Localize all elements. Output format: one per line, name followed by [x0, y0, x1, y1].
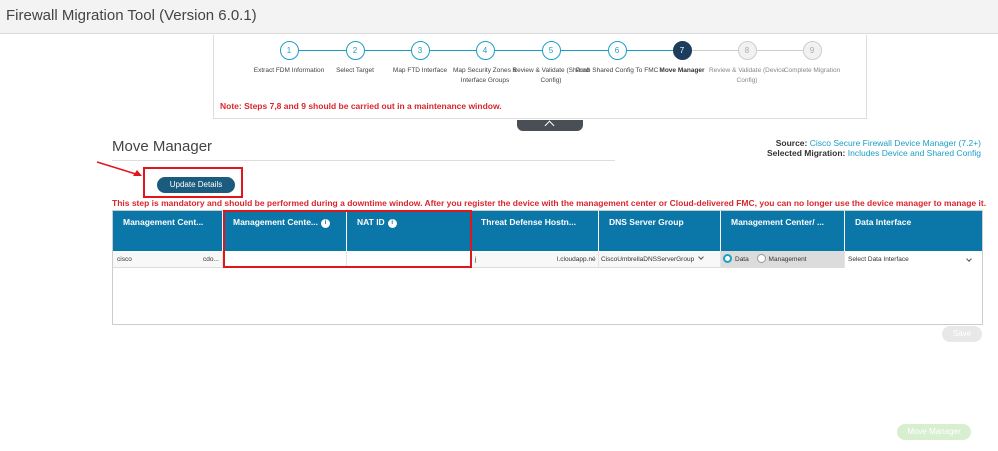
radio-data[interactable]: [723, 254, 732, 263]
hostname-prefix: j: [475, 256, 477, 263]
data-interface-value: Select Data Interface: [848, 256, 909, 263]
source-label: Source:: [775, 138, 808, 148]
step-number: 8: [737, 41, 757, 60]
radio-data-label: Data: [735, 256, 749, 263]
mgmt-center-cell: cisco cdo...: [113, 251, 223, 268]
header-label: Threat Defense Hostn...: [481, 217, 576, 227]
step-number: 1: [279, 41, 299, 60]
downtime-warning: This step is mandatory and should be per…: [112, 198, 987, 208]
header-label: Data Interface: [855, 217, 912, 227]
app-title: Firewall Migration Tool (Version 6.0.1): [6, 7, 257, 24]
step-label: Complete Migration: [783, 67, 841, 74]
hostname-input[interactable]: j l.cloudapp.né: [471, 251, 599, 268]
dns-group-value: CiscoUmbrellaDNSServerGroup: [601, 256, 695, 263]
data-interface-select[interactable]: Select Data Interface: [845, 251, 982, 268]
radio-management[interactable]: [756, 254, 766, 263]
mgmt-center-secondary: cdo...: [203, 256, 219, 263]
chevron-up-icon: [544, 120, 555, 131]
mgmt-center-value: cisco: [117, 256, 132, 263]
migration-stepper: 1 Extract FDM Information 2 Select Targe…: [213, 35, 867, 119]
step-number: 2: [345, 41, 365, 60]
chevron-down-icon: [966, 256, 972, 262]
save-button[interactable]: Save: [942, 326, 982, 342]
mgmt-interface-radio-group: Data Management: [721, 251, 845, 268]
title-divider: [112, 160, 615, 161]
col-threat-defense-hostname[interactable]: Threat Defense Hostn...: [471, 211, 599, 251]
update-details-highlight: Update Details: [143, 167, 243, 198]
header-label: DNS Server Group: [609, 217, 684, 227]
header-label: Management Cent...: [123, 217, 204, 227]
step-number: 4: [475, 41, 495, 60]
move-manager-button[interactable]: Move Manager: [897, 424, 971, 440]
col-management-center[interactable]: Management Cent...: [113, 211, 223, 251]
dns-group-select[interactable]: CiscoUmbrellaDNSServerGroup: [599, 251, 721, 268]
source-info: Source: Cisco Secure Firewall Device Man…: [767, 138, 981, 158]
page-title: Move Manager: [112, 138, 213, 155]
update-details-button[interactable]: Update Details: [157, 177, 235, 193]
header-label: Management Center/ ...: [731, 217, 825, 227]
migration-label: Selected Migration:: [766, 148, 846, 158]
step-9: 9 Complete Migration: [767, 35, 857, 76]
nat-id-highlight: [223, 210, 472, 268]
step-number: 7: [672, 41, 692, 60]
step-number: 3: [410, 41, 430, 60]
collapse-stepper-toggle[interactable]: [517, 120, 583, 131]
maintenance-note: Note: Steps 7,8 and 9 should be carried …: [220, 101, 502, 111]
step-number: 9: [802, 41, 822, 60]
hostname-suffix: l.cloudapp.né: [557, 256, 596, 263]
radio-management-label: Management: [768, 256, 807, 263]
chevron-down-icon: [698, 254, 705, 260]
migration-value: Includes Device and Shared Config: [847, 148, 981, 158]
callout-arrow-icon: [96, 161, 142, 176]
title-bar: Firewall Migration Tool (Version 6.0.1): [0, 0, 998, 34]
col-data-interface[interactable]: Data Interface: [845, 211, 982, 251]
step-number: 6: [607, 41, 627, 60]
col-dns-server-group[interactable]: DNS Server Group: [599, 211, 721, 251]
col-management-center-interface[interactable]: Management Center/ ...: [721, 211, 845, 251]
source-value: Cisco Secure Firewall Device Manager (7.…: [809, 138, 981, 148]
step-number: 5: [541, 41, 561, 60]
